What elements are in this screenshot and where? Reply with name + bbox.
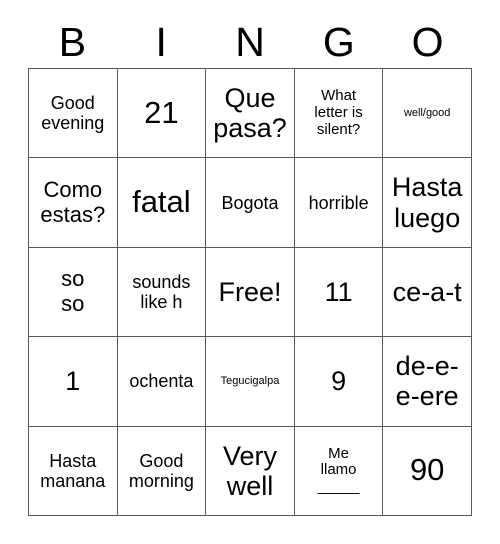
bingo-cell[interactable]: 21: [117, 69, 207, 159]
bingo-cell[interactable]: Good morning: [117, 426, 207, 516]
bingo-cell[interactable]: sounds like h: [117, 247, 207, 338]
bingo-cell-text: 9: [331, 366, 347, 397]
bingo-cell-text: Hasta manana: [40, 450, 106, 491]
bingo-header-row: B I N G O: [28, 16, 472, 68]
bingo-cell[interactable]: de-e-e-ere: [383, 337, 472, 427]
bingo-cell[interactable]: 11: [294, 247, 384, 338]
bingo-cell-text: 11: [324, 276, 353, 307]
header-letter-o: O: [411, 18, 444, 65]
bingo-cell[interactable]: 9: [294, 337, 384, 427]
bingo-cell-text: Me llamo _____: [317, 444, 360, 496]
bingo-cell[interactable]: Hasta luego: [383, 158, 472, 248]
bingo-cell-text: Good evening: [41, 93, 105, 134]
bingo-cell-text: 90: [409, 452, 445, 488]
header-letter-i: I: [155, 18, 167, 65]
bingo-cell-text: so so: [61, 266, 85, 316]
bingo-cell[interactable]: horrible: [294, 158, 384, 248]
bingo-cell-text: Que pasa?: [213, 82, 287, 144]
bingo-card: B I N G O Good evening 21 Que pasa? What…: [0, 0, 500, 544]
bingo-cell-text: What letter is silent?: [314, 87, 363, 138]
bingo-cell[interactable]: so so: [29, 247, 118, 338]
header-letter-g: G: [322, 18, 355, 65]
bingo-cell-text: sounds like h: [132, 271, 191, 312]
bingo-cell[interactable]: well/good: [383, 69, 472, 159]
bingo-cell-text: 21: [144, 94, 179, 130]
bingo-cell-text: 1: [65, 366, 81, 397]
bingo-cell-text: Hasta luego: [391, 172, 463, 233]
bingo-cell[interactable]: Como estas?: [29, 158, 118, 248]
bingo-cell[interactable]: ochenta: [117, 337, 207, 427]
bingo-cell-text: well/good: [403, 107, 451, 120]
bingo-cell-text: de-e-e-ere: [395, 351, 459, 412]
bingo-cell[interactable]: 1: [29, 337, 118, 427]
bingo-cell-text: fatal: [132, 184, 191, 220]
bingo-cell[interactable]: fatal: [117, 158, 207, 248]
bingo-cell-text: Como estas?: [40, 176, 106, 227]
bingo-grid: Good evening 21 Que pasa? What letter is…: [28, 68, 472, 516]
bingo-cell[interactable]: 90: [383, 426, 472, 516]
bingo-cell[interactable]: Good evening: [29, 69, 118, 159]
bingo-cell[interactable]: Hasta manana: [29, 426, 118, 516]
bingo-cell-text: ce-a-t: [392, 276, 462, 307]
bingo-cell[interactable]: Que pasa?: [206, 69, 295, 159]
bingo-cell[interactable]: Bogota: [206, 158, 295, 248]
bingo-cell[interactable]: What letter is silent?: [294, 69, 384, 159]
header-letter-n: N: [235, 18, 265, 65]
bingo-cell[interactable]: Very well: [206, 426, 295, 516]
bingo-cell-text: Very well: [222, 440, 277, 501]
bingo-cell-text: Good morning: [128, 450, 194, 491]
header-letter-b: B: [58, 18, 87, 65]
bingo-cell-text: horrible: [308, 192, 369, 213]
bingo-cell-text: ochenta: [129, 371, 194, 392]
bingo-cell-text: Tegucigalpa: [220, 375, 280, 388]
bingo-cell[interactable]: Tegucigalpa: [206, 337, 295, 427]
bingo-cell[interactable]: Me llamo _____: [294, 426, 384, 516]
bingo-cell-free[interactable]: Free!: [206, 247, 295, 338]
bingo-cell-text: Bogota: [221, 192, 279, 213]
bingo-cell[interactable]: ce-a-t: [383, 247, 472, 338]
bingo-cell-text: Free!: [218, 276, 282, 307]
